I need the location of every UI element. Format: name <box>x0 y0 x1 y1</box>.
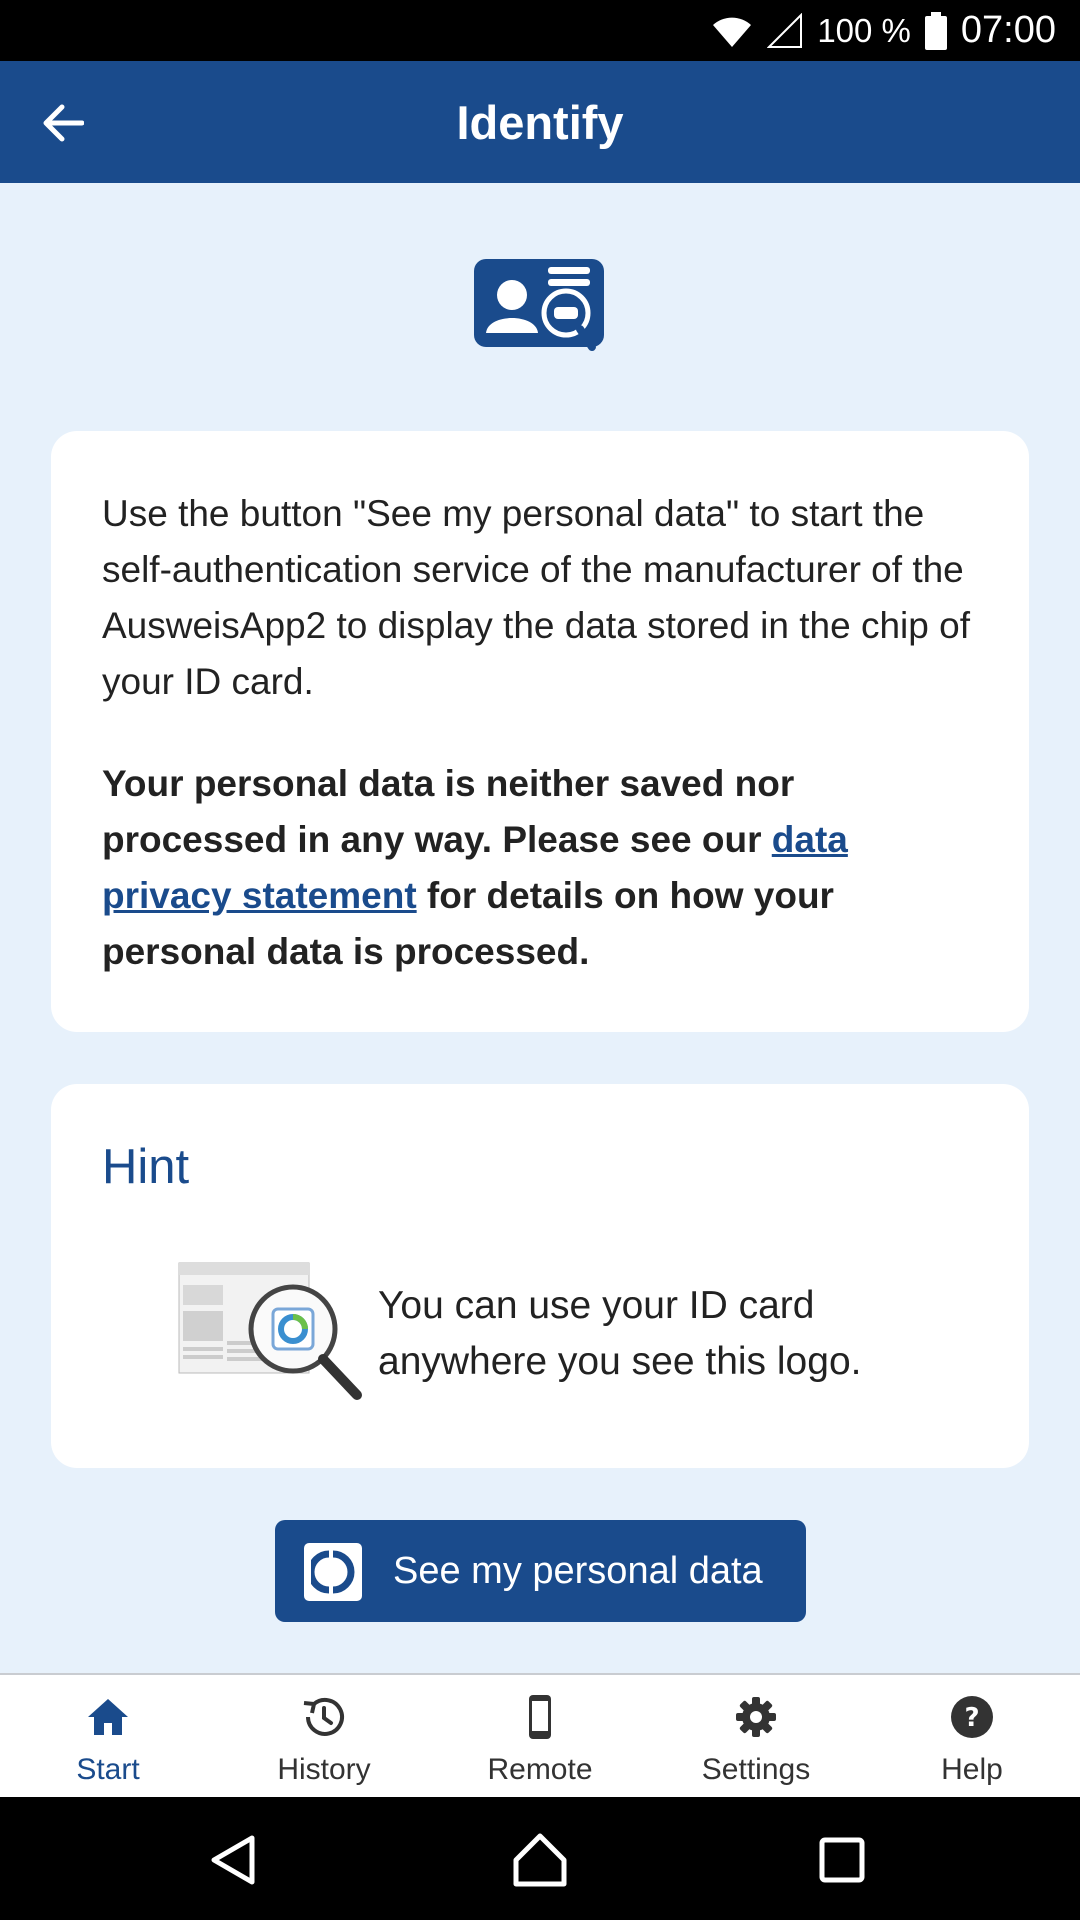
back-button[interactable] <box>38 99 86 147</box>
signal-icon <box>767 12 803 48</box>
battery-percent: 100 % <box>817 11 911 49</box>
hint-title: Hint <box>102 1140 190 1194</box>
phone-icon <box>529 1695 551 1739</box>
recents-square-icon[interactable] <box>812 1830 872 1890</box>
arrow-back-icon <box>43 104 84 142</box>
wifi-icon <box>713 17 752 47</box>
see-my-personal-data-button[interactable]: See my personal data <box>275 1520 806 1622</box>
back-triangle-icon[interactable] <box>202 1830 262 1890</box>
app-bar: Identify <box>0 61 1080 183</box>
nav-item-settings[interactable]: Settings <box>648 1675 864 1799</box>
nav-label-remote: Remote <box>487 1753 593 1786</box>
intro-text: Use the button "See my personal data" to… <box>102 493 970 702</box>
system-navigation-bar <box>0 1797 1080 1920</box>
home-icon <box>88 1699 128 1735</box>
nav-label-help: Help <box>941 1753 1003 1786</box>
clock: 07:00 <box>960 9 1056 51</box>
eid-logo-icon <box>304 1543 362 1601</box>
hint-card: Hint You can use your ID card anywhere y… <box>51 1084 1029 1468</box>
page-title: Identify <box>456 95 624 149</box>
nav-item-history[interactable]: History <box>216 1675 432 1799</box>
nav-label-history: History <box>277 1753 371 1786</box>
id-card-search-icon <box>474 259 604 351</box>
gear-icon <box>736 1697 776 1737</box>
nav-label-start: Start <box>76 1753 140 1786</box>
history-icon <box>303 1698 344 1736</box>
nav-item-remote[interactable]: Remote <box>432 1675 648 1799</box>
svg-text:?: ? <box>964 1703 979 1733</box>
website-magnifier-logo-illustration <box>178 1262 362 1400</box>
nav-label-settings: Settings <box>701 1753 811 1786</box>
cta-label: See my personal data <box>393 1549 763 1592</box>
status-bar: 100 % 07:00 <box>0 0 1080 61</box>
hint-text: You can use your ID card anywhere you se… <box>378 1284 862 1383</box>
bottom-navigation: Start History Remote Settings ? Help <box>0 1673 1080 1799</box>
help-icon: ? <box>951 1696 993 1738</box>
privacy-text-start: Your personal data is neither saved nor … <box>102 763 795 860</box>
home-circle-icon[interactable] <box>510 1830 570 1890</box>
battery-icon <box>924 11 947 50</box>
nav-item-help[interactable]: ? Help <box>864 1675 1080 1799</box>
info-card: Use the button "See my personal data" to… <box>51 431 1029 1032</box>
nav-item-start[interactable]: Start <box>0 1675 216 1799</box>
